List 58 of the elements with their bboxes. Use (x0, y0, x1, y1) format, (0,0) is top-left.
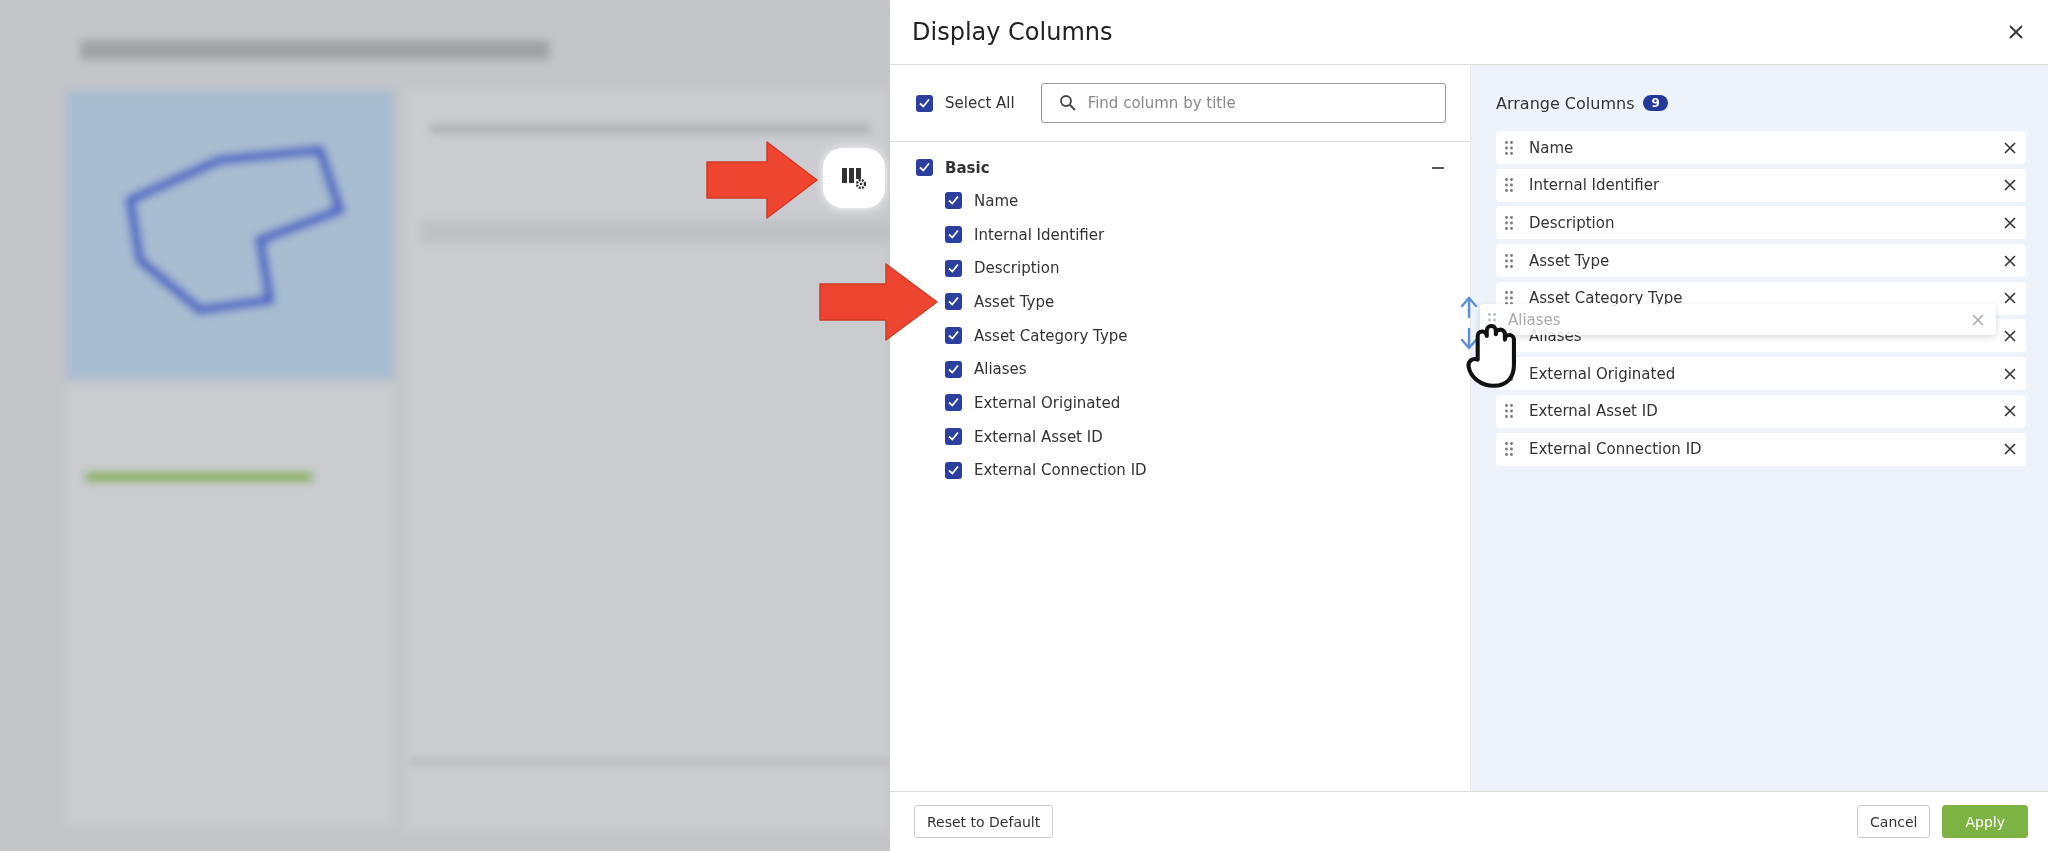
checkbox[interactable] (945, 394, 962, 412)
remove-icon[interactable] (2004, 443, 2016, 455)
checkbox[interactable] (945, 259, 962, 277)
column-row[interactable]: Description (1496, 206, 2026, 240)
column-label: Internal Identifier (974, 225, 1105, 244)
drag-handle-icon (1505, 178, 1513, 193)
drag-handle-icon (1505, 442, 1513, 456)
column-label: Asset Category Type (974, 326, 1128, 345)
column-row[interactable]: Asset Type (1496, 244, 2026, 278)
search-icon (1058, 94, 1077, 112)
column-label: Name (974, 191, 1019, 210)
dialog-title: Display Columns (912, 18, 1113, 46)
drag-handle-icon (1505, 291, 1513, 306)
column-row[interactable]: Internal Identifier (1496, 168, 2026, 202)
search-field[interactable]: Find column by title (1040, 83, 1446, 123)
column-label: Aliases (974, 360, 1027, 379)
drag-handle-icon (1488, 312, 1496, 327)
checkbox[interactable] (945, 327, 962, 345)
remove-icon[interactable] (2004, 329, 2016, 342)
column-row[interactable]: External Connection ID (1496, 432, 2026, 466)
group-label: Basic (945, 158, 991, 177)
remove-icon[interactable] (2004, 292, 2016, 305)
remove-icon[interactable] (2004, 254, 2016, 267)
column-label: Asset Type (974, 292, 1055, 311)
select-all-label: Select All (945, 94, 1015, 112)
checkbox[interactable] (945, 192, 962, 210)
drag-handle-icon (1505, 215, 1513, 230)
remove-icon[interactable] (2004, 405, 2016, 418)
arrange-title: Arrange Columns (1496, 93, 1635, 113)
remove-icon[interactable] (2004, 179, 2016, 192)
remove-icon (1972, 313, 1984, 326)
columns-gear-icon (840, 165, 868, 191)
drag-handle-icon (1505, 253, 1513, 268)
remove-icon[interactable] (2004, 216, 2016, 229)
checkbox[interactable] (945, 461, 962, 479)
column-label: External Asset ID (974, 427, 1103, 446)
checkbox[interactable] (945, 360, 962, 378)
column-label: External Originated (974, 393, 1121, 412)
reset-button[interactable]: Reset to Default (914, 805, 1054, 838)
drag-handle-icon (1505, 140, 1513, 155)
remove-icon[interactable] (2004, 367, 2016, 380)
checkbox[interactable] (916, 94, 933, 112)
checkbox[interactable] (945, 226, 962, 244)
column-row[interactable]: External Asset ID (1496, 394, 2026, 428)
checkbox[interactable] (945, 293, 962, 311)
close-icon[interactable] (2008, 24, 2024, 40)
drag-handle-icon (1505, 404, 1513, 419)
column-settings-button[interactable] (823, 148, 885, 208)
cancel-button[interactable]: Cancel (1857, 805, 1931, 838)
column-row[interactable]: Name (1496, 131, 2026, 164)
column-label: Description (974, 259, 1060, 278)
checkbox[interactable] (945, 428, 962, 446)
column-label: External Connection ID (974, 461, 1147, 480)
count-badge: 9 (1643, 95, 1668, 111)
checkbox[interactable] (916, 159, 933, 176)
up-down-arrows-icon (1459, 295, 1479, 351)
column-row[interactable]: External Originated (1496, 357, 2026, 391)
remove-icon[interactable] (2004, 141, 2016, 154)
